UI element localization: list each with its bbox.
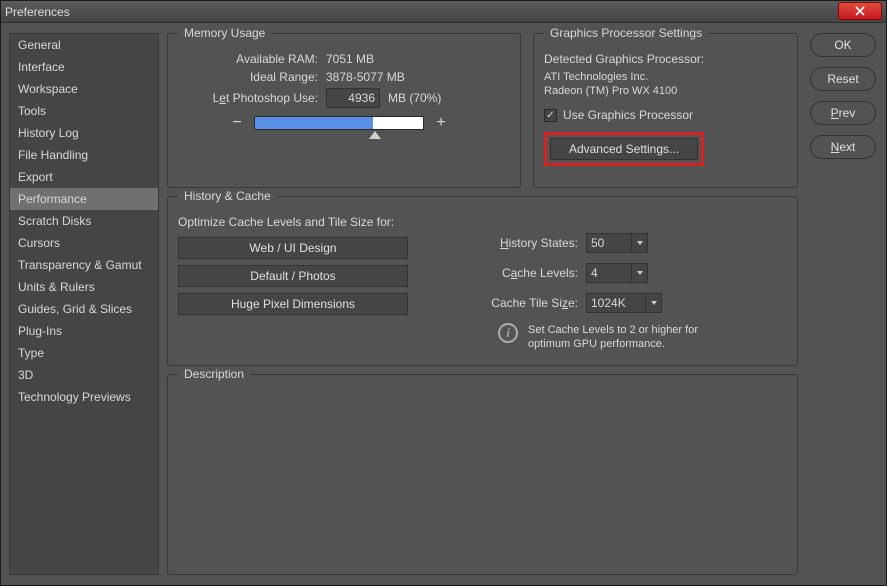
sidebar-item-plug-ins[interactable]: Plug-Ins xyxy=(10,320,158,342)
cache-tile-size-input[interactable] xyxy=(586,293,646,313)
cache-levels-label: Cache Levels: xyxy=(438,266,578,280)
titlebar[interactable]: Preferences xyxy=(1,1,886,23)
panel-legend: Graphics Processor Settings xyxy=(544,26,708,40)
cache-presets: Optimize Cache Levels and Tile Size for:… xyxy=(178,215,408,351)
cache-tile-size-dropdown[interactable] xyxy=(646,293,662,313)
chevron-down-icon xyxy=(650,299,658,307)
gpu-vendor: ATI Technologies Inc. xyxy=(544,70,787,84)
gpu-settings-panel: Graphics Processor Settings Detected Gra… xyxy=(533,33,798,188)
cache-info-text: Set Cache Levels to 2 or higher for opti… xyxy=(528,323,728,351)
advanced-settings-button[interactable]: Advanced Settings... xyxy=(550,138,698,160)
memory-usage-panel: Memory Usage Available RAM: 7051 MB Idea… xyxy=(167,33,521,188)
sidebar-item-transparency-gamut[interactable]: Transparency & Gamut xyxy=(10,254,158,276)
panel-legend: Description xyxy=(178,367,250,381)
panel-legend: Memory Usage xyxy=(178,26,271,40)
sidebar-item-file-handling[interactable]: File Handling xyxy=(10,144,158,166)
close-icon xyxy=(855,6,865,16)
available-ram-label: Available RAM: xyxy=(178,52,318,66)
sidebar-item-workspace[interactable]: Workspace xyxy=(10,78,158,100)
photoshop-use-label: Let Photoshop Use: xyxy=(178,91,318,105)
history-states-label: History States: xyxy=(438,236,578,250)
close-button[interactable] xyxy=(838,2,882,20)
slider-plus-button[interactable]: + xyxy=(432,114,450,132)
sidebar-item-performance[interactable]: Performance xyxy=(10,188,158,210)
gpu-info: ATI Technologies Inc. Radeon (TM) Pro WX… xyxy=(544,70,787,98)
preferences-window: Preferences GeneralInterfaceWorkspaceToo… xyxy=(0,0,887,586)
window-title: Preferences xyxy=(5,5,70,19)
prev-button[interactable]: Prev xyxy=(810,101,876,125)
sidebar-item-interface[interactable]: Interface xyxy=(10,56,158,78)
sidebar-item-tools[interactable]: Tools xyxy=(10,100,158,122)
sidebar-item-units-rulers[interactable]: Units & Rulers xyxy=(10,276,158,298)
advanced-settings-highlight: Advanced Settings... xyxy=(544,132,704,166)
sidebar: GeneralInterfaceWorkspaceToolsHistory Lo… xyxy=(9,33,159,575)
ideal-range-label: Ideal Range: xyxy=(178,70,318,84)
history-cache-panel: History & Cache Optimize Cache Levels an… xyxy=(167,196,798,366)
slider-fill xyxy=(255,117,373,129)
use-gpu-label: Use Graphics Processor xyxy=(563,108,693,122)
preset-button-web-ui-design[interactable]: Web / UI Design xyxy=(178,237,408,259)
slider-track[interactable] xyxy=(254,116,424,130)
use-gpu-row: ✓ Use Graphics Processor xyxy=(544,108,787,122)
ideal-range-value: 3878-5077 MB xyxy=(326,70,405,84)
sidebar-item-technology-previews[interactable]: Technology Previews xyxy=(10,386,158,408)
chevron-down-icon xyxy=(636,269,644,277)
cache-levels-input[interactable] xyxy=(586,263,632,283)
memory-slider: − + xyxy=(228,114,510,132)
slider-thumb[interactable] xyxy=(369,131,381,139)
description-panel: Description xyxy=(167,374,798,575)
next-button[interactable]: Next xyxy=(810,135,876,159)
photoshop-use-input[interactable] xyxy=(326,88,380,108)
preset-button-default-photos[interactable]: Default / Photos xyxy=(178,265,408,287)
dialog-body: GeneralInterfaceWorkspaceToolsHistory Lo… xyxy=(1,23,886,585)
main-content: Memory Usage Available RAM: 7051 MB Idea… xyxy=(167,33,798,575)
available-ram-value: 7051 MB xyxy=(326,52,374,66)
history-states-input[interactable] xyxy=(586,233,632,253)
use-gpu-checkbox[interactable]: ✓ xyxy=(544,109,557,122)
sidebar-item-export[interactable]: Export xyxy=(10,166,158,188)
cache-levels-dropdown[interactable] xyxy=(632,263,648,283)
cache-tile-size-label: Cache Tile Size: xyxy=(438,296,578,310)
info-icon: i xyxy=(498,323,518,343)
dialog-buttons: OK Reset Prev Next xyxy=(810,33,876,575)
sidebar-item-3d[interactable]: 3D xyxy=(10,364,158,386)
slider-minus-button[interactable]: − xyxy=(228,114,246,132)
sidebar-item-guides-grid-slices[interactable]: Guides, Grid & Slices xyxy=(10,298,158,320)
history-states-dropdown[interactable] xyxy=(632,233,648,253)
sidebar-item-type[interactable]: Type xyxy=(10,342,158,364)
ok-button[interactable]: OK xyxy=(810,33,876,57)
photoshop-use-unit: MB (70%) xyxy=(388,91,441,105)
panel-legend: History & Cache xyxy=(178,189,277,203)
sidebar-item-cursors[interactable]: Cursors xyxy=(10,232,158,254)
preset-button-huge-pixel-dimensions[interactable]: Huge Pixel Dimensions xyxy=(178,293,408,315)
sidebar-item-general[interactable]: General xyxy=(10,34,158,56)
gpu-model: Radeon (TM) Pro WX 4100 xyxy=(544,84,787,98)
cache-values: History States: Cache Levels: xyxy=(438,215,787,351)
sidebar-item-history-log[interactable]: History Log xyxy=(10,122,158,144)
chevron-down-icon xyxy=(636,239,644,247)
optimize-label: Optimize Cache Levels and Tile Size for: xyxy=(178,215,408,229)
sidebar-item-scratch-disks[interactable]: Scratch Disks xyxy=(10,210,158,232)
reset-button[interactable]: Reset xyxy=(810,67,876,91)
detected-gpu-label: Detected Graphics Processor: xyxy=(544,52,787,66)
